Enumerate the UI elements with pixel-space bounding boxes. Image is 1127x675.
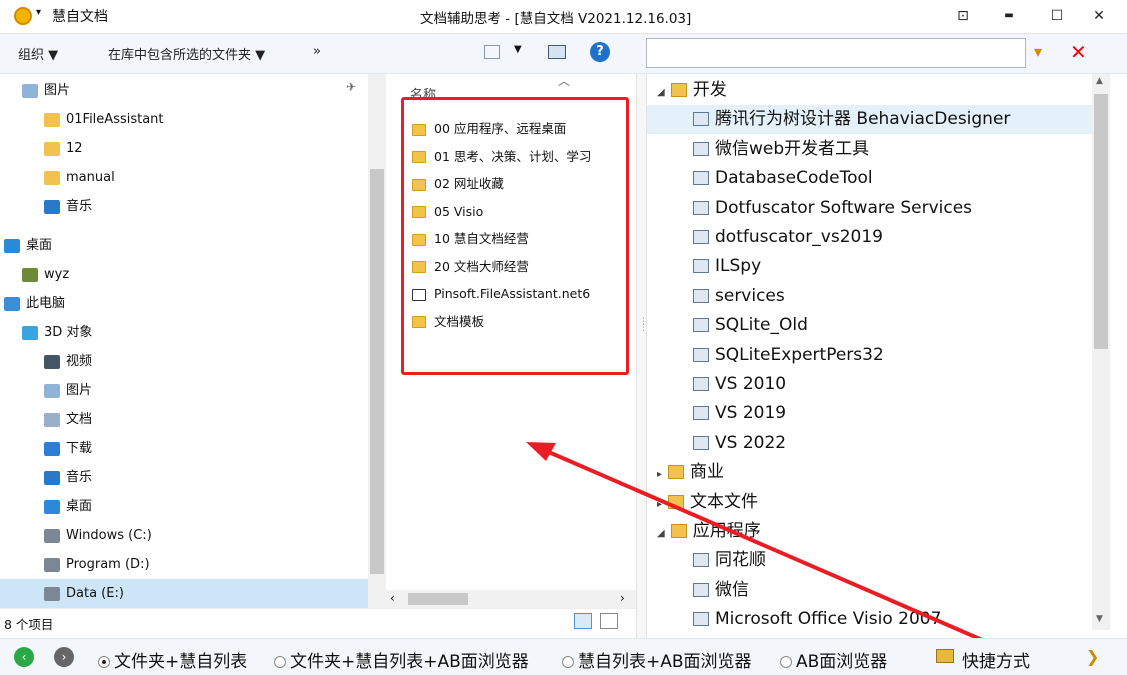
radio-folder-list-ab[interactable]: 文件夹+慧自列表+AB面浏览器	[274, 647, 529, 672]
forward-button-icon[interactable]: ›	[54, 647, 74, 667]
radio-label: AB面浏览器	[796, 652, 888, 672]
view-mode-bar: ‹ › 文件夹+慧自列表 文件夹+慧自列表+AB面浏览器 慧自列表+AB面浏览器…	[0, 638, 1127, 675]
radio-label: 慧自列表+AB面浏览器	[578, 652, 752, 672]
shortcut-button[interactable]: 快捷方式	[962, 647, 1030, 672]
annotation-arrow	[526, 442, 1011, 654]
radio-folder-list[interactable]: 文件夹+慧自列表	[98, 647, 247, 672]
radio-ab-browser[interactable]: AB面浏览器	[780, 647, 887, 672]
radio-selected-icon	[98, 656, 110, 668]
radio-unselected-icon	[562, 656, 574, 668]
radio-unselected-icon	[780, 656, 792, 668]
radio-label: 文件夹+慧自列表+AB面浏览器	[290, 652, 529, 672]
radio-unselected-icon	[274, 656, 286, 668]
back-button-icon[interactable]: ‹	[14, 647, 34, 667]
radio-list-ab[interactable]: 慧自列表+AB面浏览器	[562, 647, 752, 672]
radio-label: 文件夹+慧自列表	[114, 652, 248, 672]
more-actions-icon[interactable]: ❯	[1086, 647, 1099, 666]
shortcut-icon[interactable]	[936, 649, 954, 663]
